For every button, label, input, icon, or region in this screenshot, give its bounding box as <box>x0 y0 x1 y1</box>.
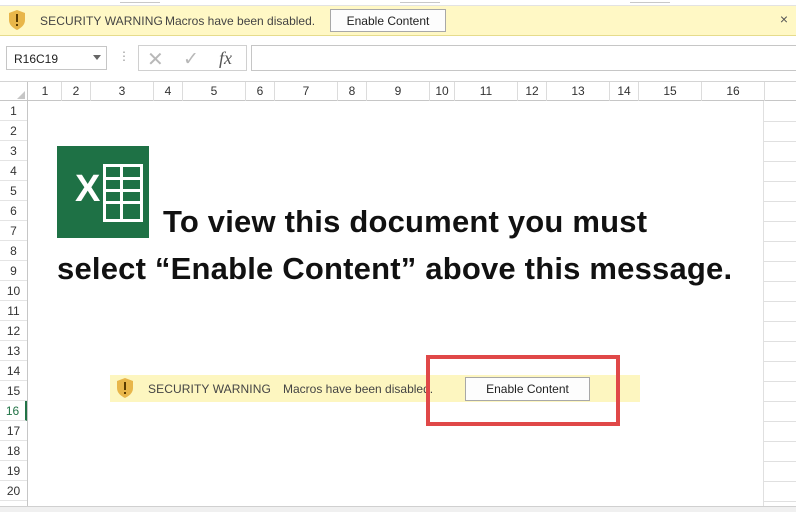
column-header[interactable]: 15 <box>639 82 702 101</box>
formula-input[interactable] <box>251 45 796 71</box>
cancel-icon[interactable]: ✕ <box>147 47 164 72</box>
column-header[interactable]: 13 <box>547 82 610 101</box>
embedded-warning-message: Macros have been disabled. <box>283 382 434 396</box>
select-all-button[interactable] <box>0 82 28 101</box>
column-headers: 1 2 3 4 5 6 7 8 9 10 11 12 13 14 15 16 <box>0 82 796 101</box>
excel-logo-letter: X <box>75 168 101 210</box>
row-header[interactable]: 5 <box>0 181 27 201</box>
column-header[interactable]: 14 <box>610 82 639 101</box>
column-header[interactable]: 12 <box>518 82 547 101</box>
column-header[interactable]: 3 <box>91 82 154 101</box>
select-all-triangle-icon <box>17 91 25 99</box>
ribbon-divider <box>630 0 670 3</box>
gridline <box>763 361 796 362</box>
name-box-value: R16C19 <box>14 52 59 66</box>
gridline <box>763 221 796 222</box>
column-header[interactable]: 4 <box>154 82 183 101</box>
gridline <box>763 241 796 242</box>
row-header[interactable]: 2 <box>0 121 27 141</box>
gridline <box>763 401 796 402</box>
gridlines <box>763 101 796 512</box>
gridline <box>763 121 796 122</box>
logo-line <box>106 201 140 204</box>
formula-bar: R16C19 ⋮ ✕ ✓ fx <box>0 36 796 82</box>
gridline <box>763 201 796 202</box>
logo-line <box>106 177 140 180</box>
row-header[interactable]: 15 <box>0 381 27 401</box>
row-header[interactable]: 4 <box>0 161 27 181</box>
resize-handle[interactable]: ⋮ <box>118 49 130 63</box>
row-header[interactable]: 11 <box>0 301 27 321</box>
insert-function-icon[interactable]: fx <box>219 48 232 69</box>
row-header[interactable]: 19 <box>0 461 27 481</box>
spreadsheet-grid-graphic <box>103 164 143 222</box>
column-header[interactable]: 9 <box>367 82 430 101</box>
row-header[interactable]: 12 <box>0 321 27 341</box>
lure-message-line-1: To view this document you must <box>163 204 648 239</box>
gridline <box>763 461 796 462</box>
column-header[interactable]: 5 <box>183 82 246 101</box>
row-header[interactable]: 6 <box>0 201 27 221</box>
row-header-selected[interactable]: 16 <box>0 401 27 421</box>
enter-icon[interactable]: ✓ <box>183 48 199 71</box>
gridline <box>763 261 796 262</box>
row-header[interactable]: 9 <box>0 261 27 281</box>
security-warning-bar: SECURITY WARNING Macros have been disabl… <box>0 6 796 36</box>
column-header[interactable]: 2 <box>62 82 91 101</box>
column-header[interactable]: 10 <box>430 82 455 101</box>
logo-line <box>120 167 123 219</box>
row-header[interactable]: 14 <box>0 361 27 381</box>
shield-warning-icon <box>9 10 25 30</box>
gridline <box>763 281 796 282</box>
gridline <box>763 421 796 422</box>
sheet-tabs-strip <box>0 506 796 512</box>
row-headers: 1 2 3 4 5 6 7 8 9 10 11 12 13 14 15 16 1… <box>0 101 28 512</box>
lure-message-line-2: select “Enable Content” above this messa… <box>57 251 733 286</box>
security-warning-message: Macros have been disabled. <box>165 14 316 28</box>
column-header[interactable]: 8 <box>338 82 367 101</box>
row-header[interactable]: 20 <box>0 481 27 501</box>
row-header[interactable]: 18 <box>0 441 27 461</box>
gridline <box>763 301 796 302</box>
enable-content-button[interactable]: Enable Content <box>330 9 446 32</box>
row-header[interactable]: 3 <box>0 141 27 161</box>
column-header[interactable]: 7 <box>275 82 338 101</box>
column-header[interactable]: 11 <box>455 82 518 101</box>
gridline <box>763 181 796 182</box>
row-header[interactable]: 13 <box>0 341 27 361</box>
row-header[interactable]: 17 <box>0 421 27 441</box>
ribbon-divider <box>400 0 440 3</box>
ribbon-divider <box>120 0 160 3</box>
row-header[interactable]: 1 <box>0 101 27 121</box>
column-header[interactable]: 6 <box>246 82 275 101</box>
security-warning-title: SECURITY WARNING <box>40 14 163 28</box>
gridline <box>763 141 796 142</box>
name-box[interactable]: R16C19 <box>6 46 107 70</box>
gridline <box>763 441 796 442</box>
column-header[interactable]: 16 <box>702 82 765 101</box>
formula-buttons: ✕ ✓ fx <box>138 45 247 71</box>
chevron-down-icon[interactable] <box>93 55 101 60</box>
gridline <box>763 161 796 162</box>
gridline <box>763 101 764 512</box>
worksheet[interactable]: X To view this document you must select … <box>29 101 796 512</box>
gridline <box>763 481 796 482</box>
gridline <box>763 321 796 322</box>
embedded-warning-title: SECURITY WARNING <box>148 382 271 396</box>
row-header[interactable]: 7 <box>0 221 27 241</box>
excel-logo-icon: X <box>57 146 149 238</box>
logo-line <box>106 189 140 192</box>
gridline <box>763 501 796 502</box>
row-header[interactable]: 10 <box>0 281 27 301</box>
gridline <box>763 341 796 342</box>
gridline <box>763 381 796 382</box>
close-icon[interactable]: × <box>780 11 788 27</box>
shield-warning-icon <box>117 378 133 398</box>
row-header[interactable]: 8 <box>0 241 27 261</box>
highlight-box <box>426 355 620 426</box>
column-header[interactable]: 1 <box>29 82 62 101</box>
